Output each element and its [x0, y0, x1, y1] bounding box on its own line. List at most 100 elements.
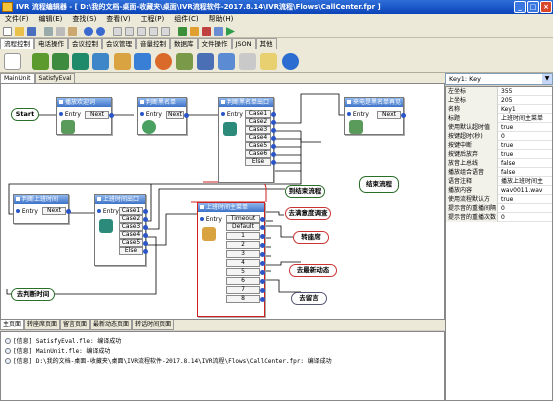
- next-port[interactable]: Next: [42, 207, 71, 215]
- tab-file-ops[interactable]: 文件操作: [197, 38, 232, 49]
- tab-flow-control[interactable]: 流程控制: [0, 38, 34, 49]
- flow-canvas[interactable]: Start 播放欢迎词 Entry Next 判断黑名单 Entry Next …: [0, 83, 445, 320]
- close-button[interactable]: ×: [540, 1, 552, 13]
- compile-icon[interactable]: [178, 27, 187, 36]
- prop-row[interactable]: 按键后放弃 true: [446, 150, 552, 159]
- else-port[interactable]: Else: [245, 158, 276, 166]
- align-right-icon[interactable]: [137, 27, 146, 36]
- check-worktime-node[interactable]: 判断上班时间 Entry Next: [13, 194, 71, 224]
- loop-component-icon[interactable]: [155, 53, 172, 70]
- tab-database[interactable]: 数据库: [170, 38, 198, 49]
- goto-satisfaction-pill[interactable]: 去满意度调查: [285, 207, 331, 220]
- align-center-icon[interactable]: [125, 27, 134, 36]
- settings-component-icon[interactable]: [282, 53, 299, 70]
- page-tab-message[interactable]: 留言页面: [60, 320, 91, 330]
- end-flow-pill[interactable]: 结束流程: [359, 176, 399, 193]
- output-log-panel[interactable]: [信息] SatisfyEval.fle: 编译成功 [信息] MainUnit…: [0, 331, 445, 401]
- play-welcome-node[interactable]: 播放欢迎词 Entry Next: [56, 97, 114, 135]
- page-tab-main[interactable]: 主页面: [0, 320, 25, 330]
- tab-volume-control[interactable]: 音量控制: [136, 38, 170, 49]
- menu-view[interactable]: 查看(V): [101, 14, 135, 25]
- tab-other[interactable]: 其他: [255, 38, 277, 49]
- worktime-exit-node[interactable]: 上班时间出口 Entry Case1 Case2 Case3 Case4 Cas…: [94, 194, 148, 266]
- key-port[interactable]: 2: [226, 241, 265, 249]
- prop-row[interactable]: 语音注释 播放上班时间主: [446, 177, 552, 186]
- prop-row[interactable]: 放音上总线 false: [446, 159, 552, 168]
- check-blacklist-node[interactable]: 判断黑名单 Entry Next: [137, 97, 189, 135]
- menu-component-icon[interactable]: [114, 53, 131, 70]
- doc-tab-mainunit[interactable]: MainUnit: [0, 73, 35, 83]
- goto-seat-pill[interactable]: 转座席: [293, 231, 329, 244]
- page-tab-time[interactable]: 转话时间页面: [132, 320, 175, 330]
- case-port[interactable]: Case4: [245, 134, 276, 142]
- timer-component-icon[interactable]: [218, 53, 235, 70]
- cut-icon[interactable]: [44, 27, 53, 36]
- menu-project[interactable]: 工程(P): [136, 14, 170, 25]
- goto-component-icon[interactable]: [52, 53, 69, 70]
- key-port[interactable]: 8: [226, 295, 265, 303]
- tab-conference-manage[interactable]: 会议管理: [102, 38, 136, 49]
- undo-icon[interactable]: [84, 27, 93, 36]
- prop-row[interactable]: 按键超时(秒) 0: [446, 132, 552, 141]
- case-port[interactable]: Case1: [245, 110, 276, 118]
- prop-row[interactable]: 左坐标 355: [446, 87, 552, 96]
- debug-icon[interactable]: [214, 27, 223, 36]
- align-top-icon[interactable]: [149, 27, 158, 36]
- prop-row[interactable]: 提示音的重播次数 0: [446, 213, 552, 222]
- goto-message-pill[interactable]: 去留言: [291, 292, 327, 305]
- timeout-port[interactable]: Timeout: [226, 215, 265, 223]
- prop-row[interactable]: 名称 Key1: [446, 105, 552, 114]
- start-node[interactable]: Start: [11, 108, 39, 121]
- align-left-icon[interactable]: [113, 27, 122, 36]
- tab-conference-control[interactable]: 会议控制: [68, 38, 102, 49]
- key-port[interactable]: 7: [226, 286, 265, 294]
- maximize-button[interactable]: □: [527, 1, 539, 13]
- text-component-icon[interactable]: [260, 53, 277, 70]
- menu-edit[interactable]: 编辑(E): [34, 14, 68, 25]
- tab-phone-ops[interactable]: 电话操作: [34, 38, 68, 49]
- next-port[interactable]: Next: [85, 111, 114, 119]
- prop-row[interactable]: 播放组合语音 false: [446, 168, 552, 177]
- case-port[interactable]: Case1: [119, 207, 148, 215]
- prop-row[interactable]: 播放内容 wav0011.wav: [446, 186, 552, 195]
- page-tab-news[interactable]: 最新动态页面: [90, 320, 133, 330]
- call-component-icon[interactable]: [72, 53, 89, 70]
- minimize-button[interactable]: _: [514, 1, 526, 13]
- menu-file[interactable]: 文件(F): [0, 14, 34, 25]
- build-icon[interactable]: [190, 27, 199, 36]
- case-port[interactable]: Case4: [119, 231, 148, 239]
- else-port[interactable]: Else: [119, 247, 148, 255]
- goto-end-pill[interactable]: 到结束流程: [285, 185, 325, 198]
- case-port[interactable]: Case5: [245, 142, 276, 150]
- script-component-icon[interactable]: [197, 53, 214, 70]
- variable-component-icon[interactable]: [134, 53, 151, 70]
- run-icon[interactable]: [226, 27, 235, 36]
- case-port[interactable]: Case2: [245, 118, 276, 126]
- key-port[interactable]: 1: [226, 232, 265, 240]
- menu-search[interactable]: 查找(S): [67, 14, 101, 25]
- align-bottom-icon[interactable]: [161, 27, 170, 36]
- key-port[interactable]: 5: [226, 268, 265, 276]
- case-port[interactable]: Case3: [245, 126, 276, 134]
- prop-row[interactable]: 标题 上班时间主菜单: [446, 114, 552, 123]
- worktime-menu-node[interactable]: 上班时间主菜单 Entry Timeout Default 1 2 3 4 5 …: [197, 202, 265, 317]
- prop-row[interactable]: 使用默认超时值 true: [446, 123, 552, 132]
- goto-check-time-pill[interactable]: 去判断时间: [11, 288, 55, 301]
- open-folder-icon[interactable]: [15, 27, 24, 36]
- case-port[interactable]: Case2: [119, 215, 148, 223]
- prop-row[interactable]: 上坐标 205: [446, 96, 552, 105]
- prop-row[interactable]: 按键中断 true: [446, 141, 552, 150]
- case-port[interactable]: Case6: [245, 150, 276, 158]
- start-component-icon[interactable]: [32, 53, 49, 70]
- object-selector[interactable]: Key1: Key ▼: [445, 73, 553, 85]
- paste-icon[interactable]: [68, 27, 77, 36]
- copy-icon[interactable]: [56, 27, 65, 36]
- log-component-icon[interactable]: [239, 53, 256, 70]
- prop-row[interactable]: 提示音的重播间隔 0: [446, 204, 552, 213]
- prop-row[interactable]: 使用流程默认方 true: [446, 195, 552, 204]
- condition-component-icon[interactable]: [176, 53, 193, 70]
- case-port[interactable]: Case5: [119, 239, 148, 247]
- new-file-icon[interactable]: [3, 27, 12, 36]
- blacklist-goodbye-node[interactable]: 来电是黑名单再见 Entry Next: [344, 97, 406, 135]
- save-icon[interactable]: [27, 27, 36, 36]
